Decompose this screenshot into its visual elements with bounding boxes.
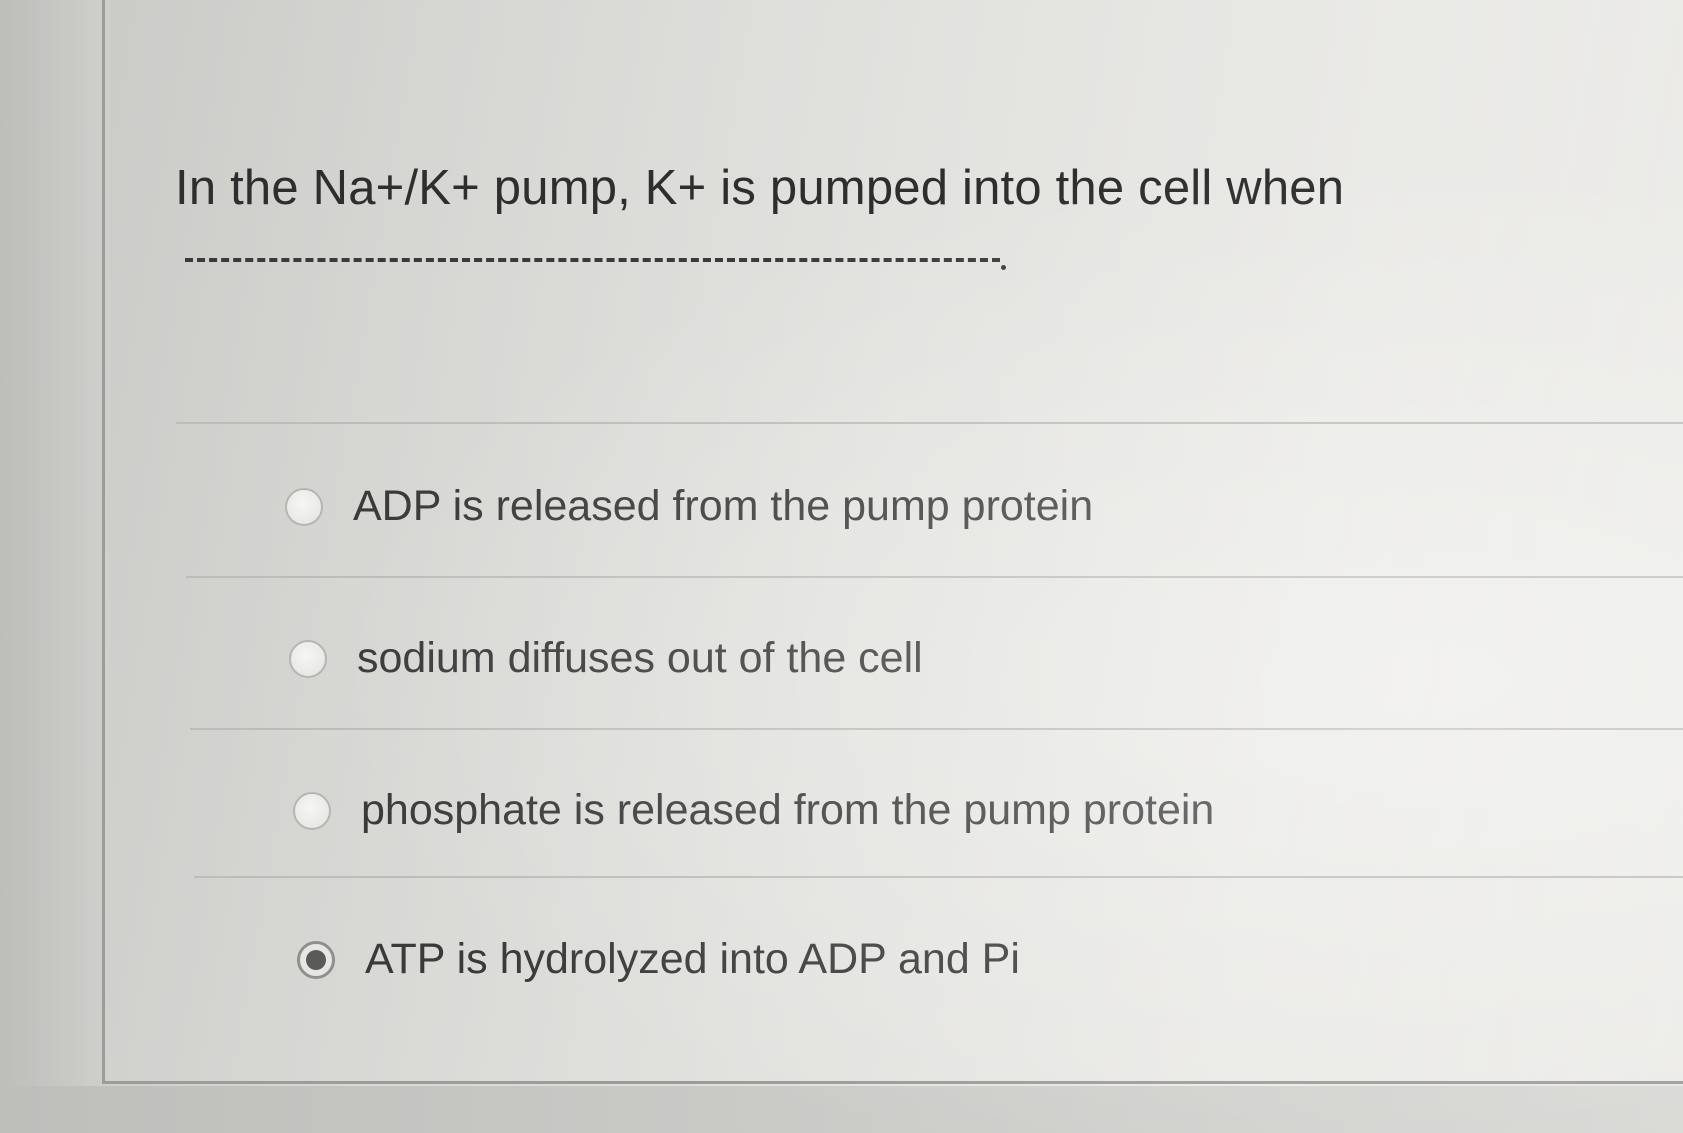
bottom-strip	[0, 1086, 1683, 1133]
option-label: ATP is hydrolyzed into ADP and Pi	[365, 935, 1020, 983]
option-label: ADP is released from the pump protein	[353, 482, 1094, 530]
radio-button-selected-icon[interactable]	[297, 940, 335, 979]
option-atp-hydrolyzed[interactable]: ATP is hydrolyzed into ADP and Pi	[297, 935, 1020, 984]
answer-blank	[185, 258, 1000, 262]
radio-button-icon[interactable]	[285, 487, 323, 526]
divider-top	[176, 422, 1683, 424]
option-sodium-diffuses[interactable]: sodium diffuses out of the cell	[289, 634, 923, 683]
option-label: phosphate is released from the pump prot…	[361, 786, 1215, 834]
radio-dot-icon	[306, 949, 326, 970]
radio-button-icon[interactable]	[289, 639, 327, 678]
option-label: sodium diffuses out of the cell	[357, 634, 923, 682]
option-adp-released[interactable]: ADP is released from the pump protein	[285, 482, 1093, 531]
blank-period	[1001, 265, 1006, 270]
divider-3	[194, 876, 1683, 878]
divider-2	[190, 728, 1683, 730]
left-gutter	[0, 0, 110, 1133]
radio-button-icon[interactable]	[293, 791, 331, 830]
option-phosphate-released[interactable]: phosphate is released from the pump prot…	[293, 786, 1214, 835]
divider-1	[186, 576, 1683, 578]
screen: In the Na+/K+ pump, K+ is pumped into th…	[0, 0, 1683, 1133]
question-text: In the Na+/K+ pump, K+ is pumped into th…	[175, 161, 1345, 215]
